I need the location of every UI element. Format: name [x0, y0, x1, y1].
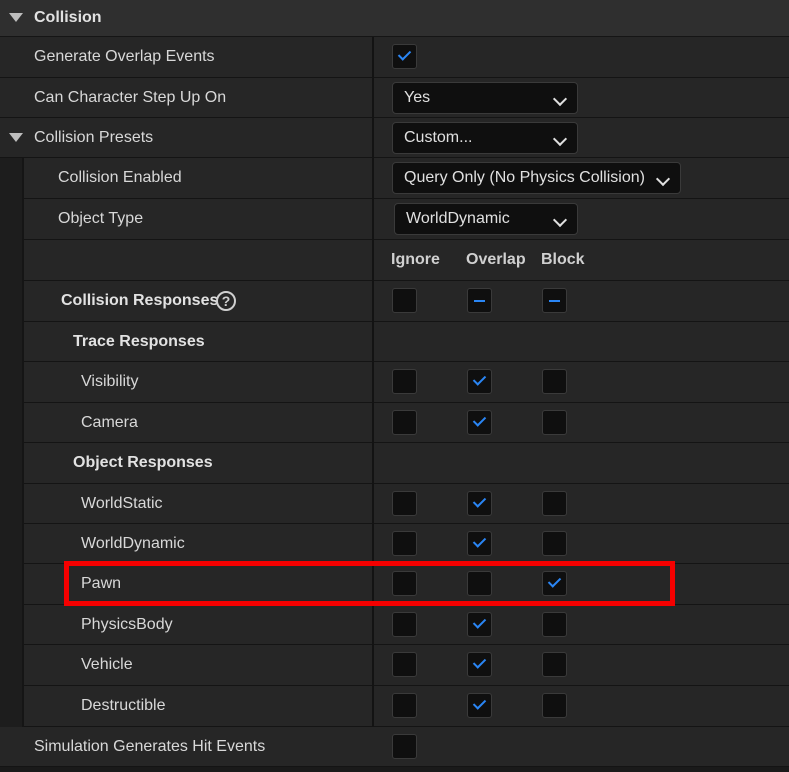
overlap-column-header: Overlap — [466, 251, 526, 268]
block-checkbox[interactable] — [542, 531, 567, 556]
channel-row: PhysicsBody — [0, 605, 789, 645]
ignore-checkbox[interactable] — [392, 491, 417, 516]
chevron-down-icon — [552, 91, 568, 107]
ignore-column-header: Ignore — [391, 251, 440, 268]
section-title: Collision — [34, 9, 102, 26]
overlap-checkbox[interactable] — [467, 369, 492, 394]
ignore-checkbox[interactable] — [392, 369, 417, 394]
collision-enabled-dropdown[interactable]: Query Only (No Physics Collision) — [392, 162, 681, 194]
trace-responses-label: Trace Responses — [73, 333, 205, 350]
overlap-checkbox[interactable] — [467, 410, 492, 435]
chevron-down-icon — [552, 212, 568, 228]
object-type-row: Object Type WorldDynamic — [0, 199, 789, 240]
channel-row: WorldStatic — [0, 484, 789, 524]
collision-enabled-row: Collision Enabled Query Only (No Physics… — [0, 158, 789, 199]
channel-label: Destructible — [81, 697, 166, 714]
trace-responses-row: Trace Responses — [0, 322, 789, 362]
collision-section-header[interactable]: Collision — [0, 0, 789, 37]
sim-hit-label: Simulation Generates Hit Events — [34, 738, 266, 755]
generate-overlap-row: Generate Overlap Events — [0, 37, 789, 78]
overlap-checkbox[interactable] — [467, 612, 492, 637]
object-type-value: WorldDynamic — [406, 210, 510, 227]
object-responses-label: Object Responses — [73, 454, 213, 471]
all-block-checkbox[interactable] — [542, 288, 567, 313]
sim-hit-checkbox[interactable] — [392, 734, 417, 759]
presets-value: Custom... — [404, 129, 473, 146]
all-overlap-checkbox[interactable] — [467, 288, 492, 313]
block-checkbox[interactable] — [542, 369, 567, 394]
help-icon[interactable]: ? — [216, 291, 236, 311]
all-ignore-checkbox[interactable] — [392, 288, 417, 313]
sim-hit-row: Simulation Generates Hit Events — [0, 727, 789, 767]
ignore-checkbox[interactable] — [392, 652, 417, 677]
channel-row: WorldDynamic — [0, 524, 789, 564]
channel-label: Visibility — [81, 373, 139, 390]
channel-row: Destructible — [0, 686, 789, 727]
presets-collapse-arrow-icon[interactable] — [9, 133, 23, 142]
ignore-checkbox[interactable] — [392, 693, 417, 718]
column-splitter[interactable] — [372, 37, 374, 727]
ignore-checkbox[interactable] — [392, 410, 417, 435]
block-column-header: Block — [541, 251, 585, 268]
block-checkbox[interactable] — [542, 491, 567, 516]
generate-overlap-checkbox[interactable] — [392, 44, 417, 69]
step-up-label: Can Character Step Up On — [34, 89, 227, 106]
channel-label: Vehicle — [81, 656, 133, 673]
channel-label: WorldStatic — [81, 495, 163, 512]
collapse-arrow-icon[interactable] — [9, 13, 23, 22]
overlap-checkbox[interactable] — [467, 652, 492, 677]
presets-row: Collision Presets Custom... — [0, 118, 789, 158]
overlap-checkbox[interactable] — [467, 531, 492, 556]
collision-responses-row: Collision Responses ? — [0, 281, 789, 322]
generate-overlap-label: Generate Overlap Events — [34, 48, 215, 65]
block-checkbox[interactable] — [542, 410, 567, 435]
presets-label: Collision Presets — [34, 129, 154, 146]
indent-gutter — [0, 158, 24, 727]
ignore-checkbox[interactable] — [392, 531, 417, 556]
step-up-value: Yes — [404, 89, 431, 106]
step-up-row: Can Character Step Up On Yes — [0, 78, 789, 118]
chevron-down-icon — [655, 171, 671, 187]
overlap-checkbox[interactable] — [467, 693, 492, 718]
channel-label: Camera — [81, 414, 138, 431]
block-checkbox[interactable] — [542, 612, 567, 637]
channel-row: Visibility — [0, 362, 789, 403]
response-column-headers: Ignore Overlap Block — [0, 240, 789, 281]
ignore-checkbox[interactable] — [392, 612, 417, 637]
channel-label: PhysicsBody — [81, 616, 173, 633]
channel-label: WorldDynamic — [81, 535, 185, 552]
channel-row: Camera — [0, 403, 789, 443]
collision-enabled-label: Collision Enabled — [58, 169, 182, 186]
object-responses-row: Object Responses — [0, 443, 789, 484]
highlight-box — [64, 561, 675, 606]
channel-row: Vehicle — [0, 645, 789, 686]
collision-responses-label: Collision Responses — [61, 292, 219, 309]
object-type-label: Object Type — [58, 210, 144, 227]
block-checkbox[interactable] — [542, 693, 567, 718]
overlap-checkbox[interactable] — [467, 491, 492, 516]
step-up-dropdown[interactable]: Yes — [392, 82, 578, 114]
block-checkbox[interactable] — [542, 652, 567, 677]
object-type-dropdown[interactable]: WorldDynamic — [394, 203, 578, 235]
presets-dropdown[interactable]: Custom... — [392, 122, 578, 154]
chevron-down-icon — [552, 131, 568, 147]
collision-enabled-value: Query Only (No Physics Collision) — [404, 169, 645, 186]
